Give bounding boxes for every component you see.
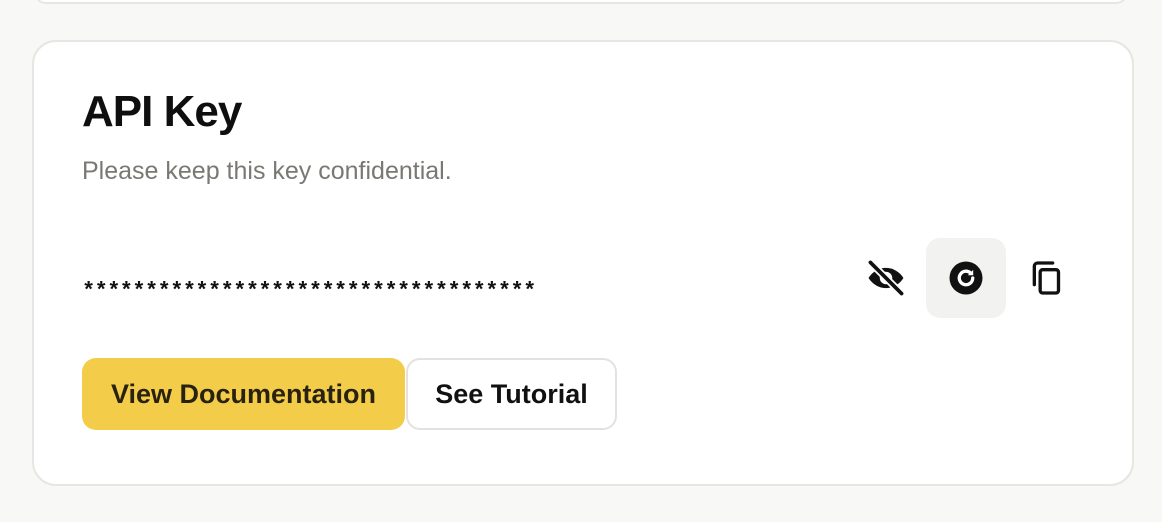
copy-key-button[interactable]: [1006, 238, 1086, 318]
card-title: API Key: [82, 87, 242, 136]
refresh-icon: [949, 261, 983, 295]
api-key-value: ************************************: [82, 279, 536, 304]
regenerate-key-button[interactable]: [926, 238, 1006, 318]
view-documentation-button[interactable]: View Documentation: [82, 358, 405, 430]
see-tutorial-button[interactable]: See Tutorial: [406, 358, 617, 430]
previous-card: [34, 0, 1128, 4]
eye-off-icon: [866, 258, 906, 298]
card-subtitle: Please keep this key confidential.: [82, 157, 452, 185]
toggle-visibility-button[interactable]: [846, 238, 926, 318]
copy-icon: [1032, 261, 1061, 295]
api-key-card: API Key Please keep this key confidentia…: [32, 40, 1134, 486]
